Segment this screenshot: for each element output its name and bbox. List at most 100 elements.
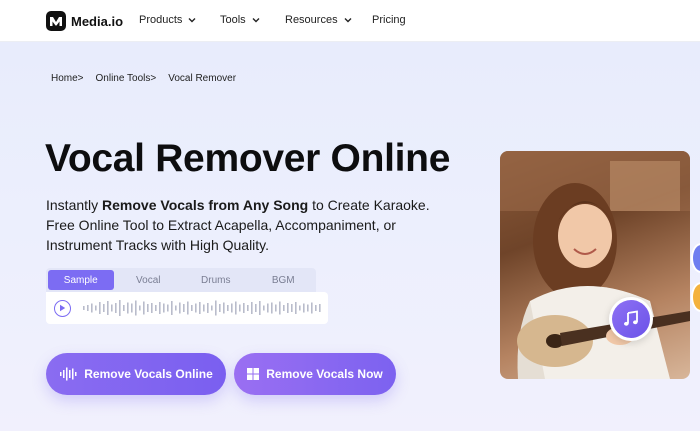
waveform-bar xyxy=(211,305,213,311)
track-tabs: Sample Vocal Drums BGM xyxy=(46,268,316,292)
waveform-bar xyxy=(115,303,117,313)
tab-bgm[interactable]: BGM xyxy=(251,270,317,290)
remove-vocals-now-button[interactable]: Remove Vocals Now xyxy=(234,353,396,395)
waveform-bar xyxy=(103,304,105,312)
waveform-bar xyxy=(239,304,241,312)
chevron-down-icon xyxy=(344,18,352,23)
waveform-bar xyxy=(95,305,97,311)
desc-pre: Instantly xyxy=(46,197,103,213)
nav-resources[interactable]: Resources xyxy=(285,14,352,26)
waveform-bar xyxy=(203,304,205,312)
waveform-bar xyxy=(287,303,289,313)
waveform-bar xyxy=(315,305,317,311)
media-io-logo-icon xyxy=(46,11,66,31)
waveform-bar xyxy=(183,304,185,312)
breadcrumb-current: Vocal Remover xyxy=(168,73,237,84)
waveform-bar xyxy=(255,304,257,312)
waveform-bar xyxy=(167,304,169,312)
waveform-icon xyxy=(83,300,321,316)
waveform-bar xyxy=(207,303,209,313)
desc-bold: Remove Vocals from Any Song xyxy=(102,197,309,213)
waveform-bar xyxy=(147,304,149,312)
waveform-bar xyxy=(123,305,125,311)
waveform-bar xyxy=(139,305,141,311)
waveform-bar xyxy=(243,303,245,313)
waveform-bar xyxy=(235,301,237,315)
waveform-bar xyxy=(135,300,137,316)
waveform-bar xyxy=(259,301,261,315)
waveform-bar xyxy=(231,303,233,313)
waveform-bar xyxy=(171,301,173,315)
waveform-panel xyxy=(46,292,328,324)
page-title: Vocal Remover Online xyxy=(45,137,451,180)
play-icon xyxy=(60,304,66,312)
breadcrumb: Home> Online Tools> Vocal Remover xyxy=(51,73,236,84)
brand-name: Media.io xyxy=(71,13,124,29)
play-button[interactable] xyxy=(54,299,71,317)
waveform-bar xyxy=(227,305,229,311)
waveform-bar xyxy=(159,302,161,314)
waveform-bar xyxy=(143,301,145,315)
waveform-bar xyxy=(275,304,277,312)
waveform-bar xyxy=(187,301,189,315)
tab-sample[interactable]: Sample xyxy=(48,270,114,290)
waveform-bar xyxy=(91,303,93,313)
waveform-bar xyxy=(311,302,313,314)
waveform-bar xyxy=(319,304,321,312)
waveform-bar xyxy=(263,305,265,311)
waveform-bar xyxy=(107,301,109,315)
breadcrumb-online-tools[interactable]: Online Tools> xyxy=(96,73,157,84)
waveform-bar xyxy=(119,300,121,316)
breadcrumb-home[interactable]: Home> xyxy=(51,73,84,84)
waveform-bar xyxy=(175,305,177,311)
waveform-bar xyxy=(251,302,253,314)
waveform-bar xyxy=(151,303,153,313)
nav-pricing-label: Pricing xyxy=(372,14,406,26)
hero-photo xyxy=(500,151,690,379)
music-badge xyxy=(609,297,653,341)
top-nav: Media.io Products Tools Resources Pricin… xyxy=(0,0,700,42)
waveform-bar xyxy=(83,306,85,310)
waveform-bar xyxy=(299,305,301,311)
waveform-bar xyxy=(219,304,221,312)
waveform-bar xyxy=(179,302,181,314)
tab-vocal[interactable]: Vocal xyxy=(116,270,182,290)
waveform-bar xyxy=(291,304,293,312)
nav-products[interactable]: Products xyxy=(139,14,196,26)
waveform-bar xyxy=(155,305,157,311)
chevron-down-icon xyxy=(188,18,196,23)
waveform-icon xyxy=(60,367,77,381)
hero-description: Instantly Remove Vocals from Any Song to… xyxy=(46,195,456,255)
nav-pricing[interactable]: Pricing xyxy=(372,14,406,26)
waveform-bar xyxy=(223,302,225,314)
waveform-bar xyxy=(303,303,305,313)
waveform-bar xyxy=(295,302,297,314)
waveform-bar xyxy=(215,300,217,316)
nav-products-label: Products xyxy=(139,14,183,26)
waveform-bar xyxy=(279,301,281,315)
remove-vocals-online-label: Remove Vocals Online xyxy=(84,367,213,381)
tab-drums[interactable]: Drums xyxy=(183,270,249,290)
chevron-down-icon xyxy=(252,18,260,23)
waveform-bar xyxy=(195,303,197,313)
waveform-bar xyxy=(283,305,285,311)
waveform-bar xyxy=(99,302,101,314)
woman-with-guitar-illustration xyxy=(500,151,690,379)
nav-resources-label: Resources xyxy=(285,14,338,26)
nav-tools[interactable]: Tools xyxy=(220,14,260,26)
waveform-bar xyxy=(271,302,273,314)
side-badge-orange xyxy=(691,282,700,312)
waveform-bar xyxy=(163,303,165,313)
remove-vocals-now-label: Remove Vocals Now xyxy=(266,367,383,381)
waveform-bar xyxy=(267,303,269,313)
brand-logo[interactable]: Media.io xyxy=(46,11,123,31)
remove-vocals-online-button[interactable]: Remove Vocals Online xyxy=(46,353,226,395)
waveform-bar xyxy=(127,302,129,314)
waveform-bar xyxy=(191,305,193,311)
waveform-bar xyxy=(247,305,249,311)
waveform-bar xyxy=(307,304,309,312)
sample-player: Sample Vocal Drums BGM xyxy=(46,268,328,326)
waveform-bar xyxy=(87,305,89,311)
nav-tools-label: Tools xyxy=(220,14,246,26)
side-badge-blue xyxy=(691,243,700,273)
